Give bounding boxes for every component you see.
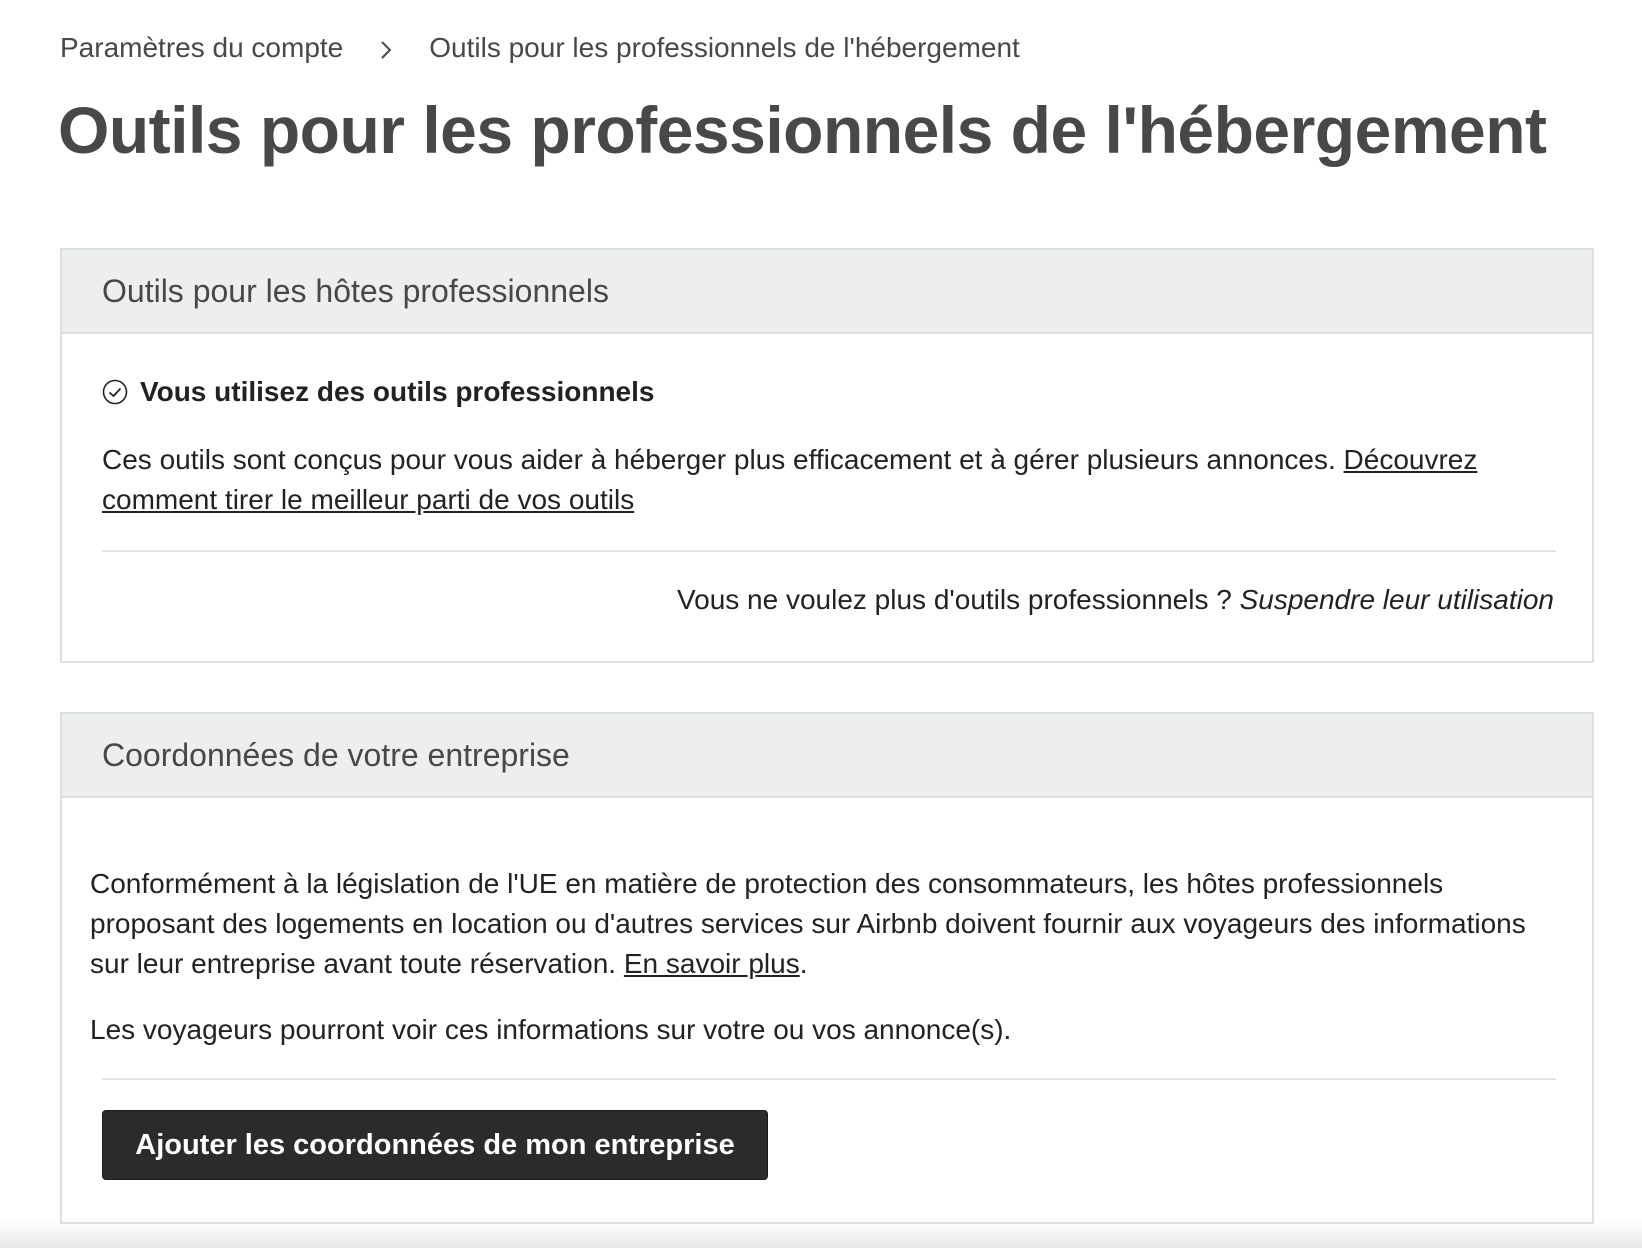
pro-tools-description-text: Ces outils sont conçus pour vous aider à…: [102, 444, 1344, 475]
pro-tools-card: Outils pour les hôtes professionnels Vou…: [60, 248, 1594, 663]
breadcrumb-item-account-settings[interactable]: Paramètres du compte: [60, 32, 343, 64]
divider: [102, 550, 1556, 552]
page-bottom-fade: [0, 1220, 1642, 1248]
business-info-description-text: Conformément à la législation de l'UE en…: [90, 868, 1526, 979]
learn-more-suffix: .: [799, 948, 808, 979]
chevron-right-icon: [343, 32, 429, 64]
check-circle-icon: [102, 379, 128, 405]
divider: [102, 1078, 1556, 1080]
business-info-card: Coordonnées de votre entreprise Conformé…: [60, 712, 1594, 1224]
visibility-note: Les voyageurs pourront voir ces informat…: [90, 1014, 1012, 1045]
business-info-header: Coordonnées de votre entreprise: [62, 714, 1592, 798]
opt-out-row: Vous ne voulez plus d'outils professionn…: [677, 584, 1554, 616]
pro-tools-status: Vous utilisez des outils professionnels: [102, 376, 654, 408]
breadcrumb-item-current: Outils pour les professionnels de l'hébe…: [429, 32, 1020, 63]
opt-out-question: Vous ne voulez plus d'outils professionn…: [676, 584, 1240, 615]
status-label: Vous utilisez des outils professionnels: [140, 376, 655, 407]
suspend-tools-link[interactable]: Suspendre leur utilisation: [1240, 584, 1554, 615]
breadcrumb: Paramètres du compte Outils pour les pro…: [60, 32, 1020, 64]
pro-tools-description: Ces outils sont conçus pour vous aider à…: [102, 440, 1522, 520]
page-title: Outils pour les professionnels de l'hébe…: [58, 93, 1547, 167]
business-info-description: Conformément à la législation de l'UE en…: [90, 864, 1530, 984]
learn-more-link[interactable]: En savoir plus: [624, 948, 800, 979]
pro-tools-header: Outils pour les hôtes professionnels: [62, 250, 1592, 334]
add-business-info-button[interactable]: Ajouter les coordonnées de mon entrepris…: [102, 1110, 768, 1180]
